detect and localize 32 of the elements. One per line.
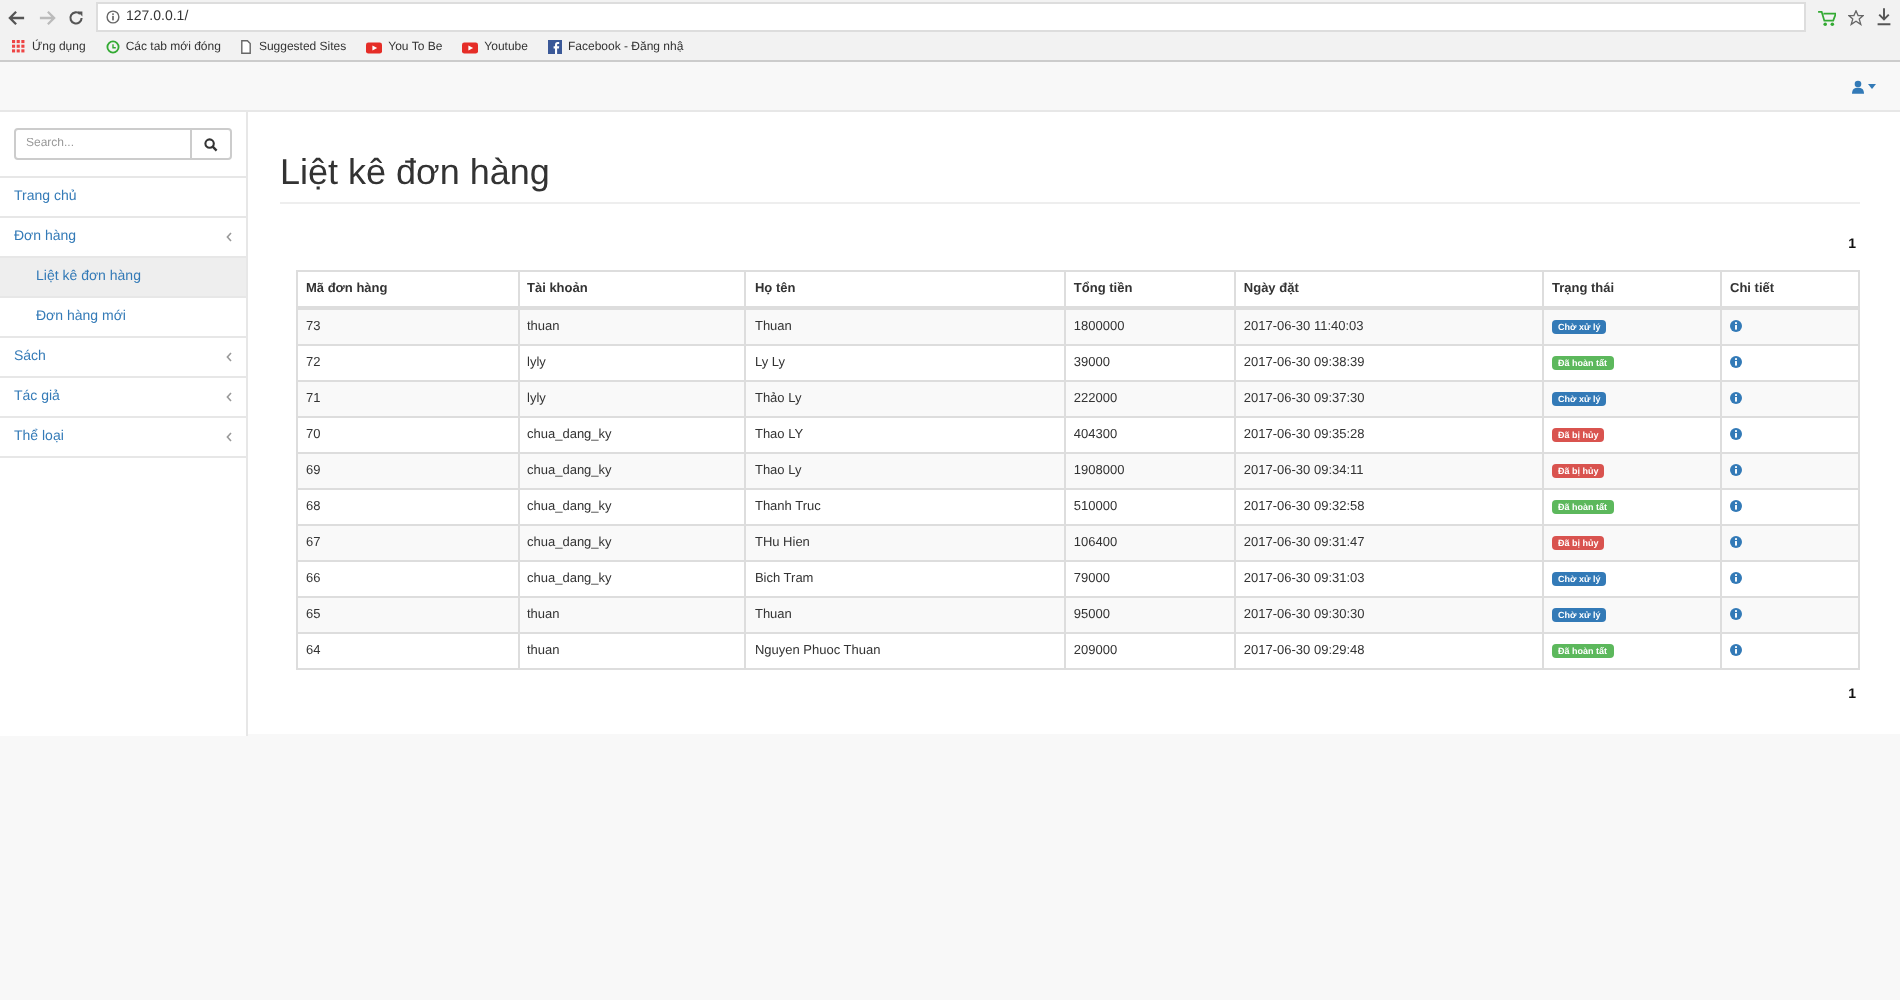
info-icon[interactable] xyxy=(1730,571,1743,583)
play-icon xyxy=(366,41,383,53)
info-icon[interactable] xyxy=(1730,535,1743,547)
cart-icon[interactable] xyxy=(1818,9,1836,25)
caret-icon xyxy=(226,232,232,242)
info-icon[interactable] xyxy=(1730,643,1743,655)
search-icon xyxy=(204,137,218,151)
caret-icon xyxy=(226,392,232,402)
info-icon[interactable] xyxy=(1730,319,1743,331)
info-icon[interactable] xyxy=(1730,355,1743,367)
page-icon xyxy=(240,40,253,54)
history-icon xyxy=(105,40,120,54)
apps-grid-icon xyxy=(12,40,26,54)
page-title: Liệt kê đơn hàng xyxy=(280,152,1860,204)
user-menu[interactable] xyxy=(1852,79,1876,93)
search-button[interactable] xyxy=(192,128,232,160)
play-icon xyxy=(462,41,479,53)
info-icon[interactable] xyxy=(1730,463,1743,475)
user-icon xyxy=(1852,79,1864,93)
info-icon[interactable] xyxy=(1730,391,1743,403)
back-icon[interactable] xyxy=(8,9,26,25)
info-icon[interactable] xyxy=(1730,427,1743,439)
info-icon xyxy=(106,10,120,24)
info-icon[interactable] xyxy=(1730,607,1743,619)
caret-icon xyxy=(226,352,232,362)
caret-icon xyxy=(1868,83,1876,89)
reload-icon[interactable] xyxy=(68,9,84,25)
caret-icon xyxy=(226,432,232,442)
star-icon[interactable] xyxy=(1848,9,1864,25)
f-logo-icon xyxy=(547,40,562,54)
info-icon[interactable] xyxy=(1730,499,1743,511)
download-icon[interactable] xyxy=(1876,8,1892,26)
